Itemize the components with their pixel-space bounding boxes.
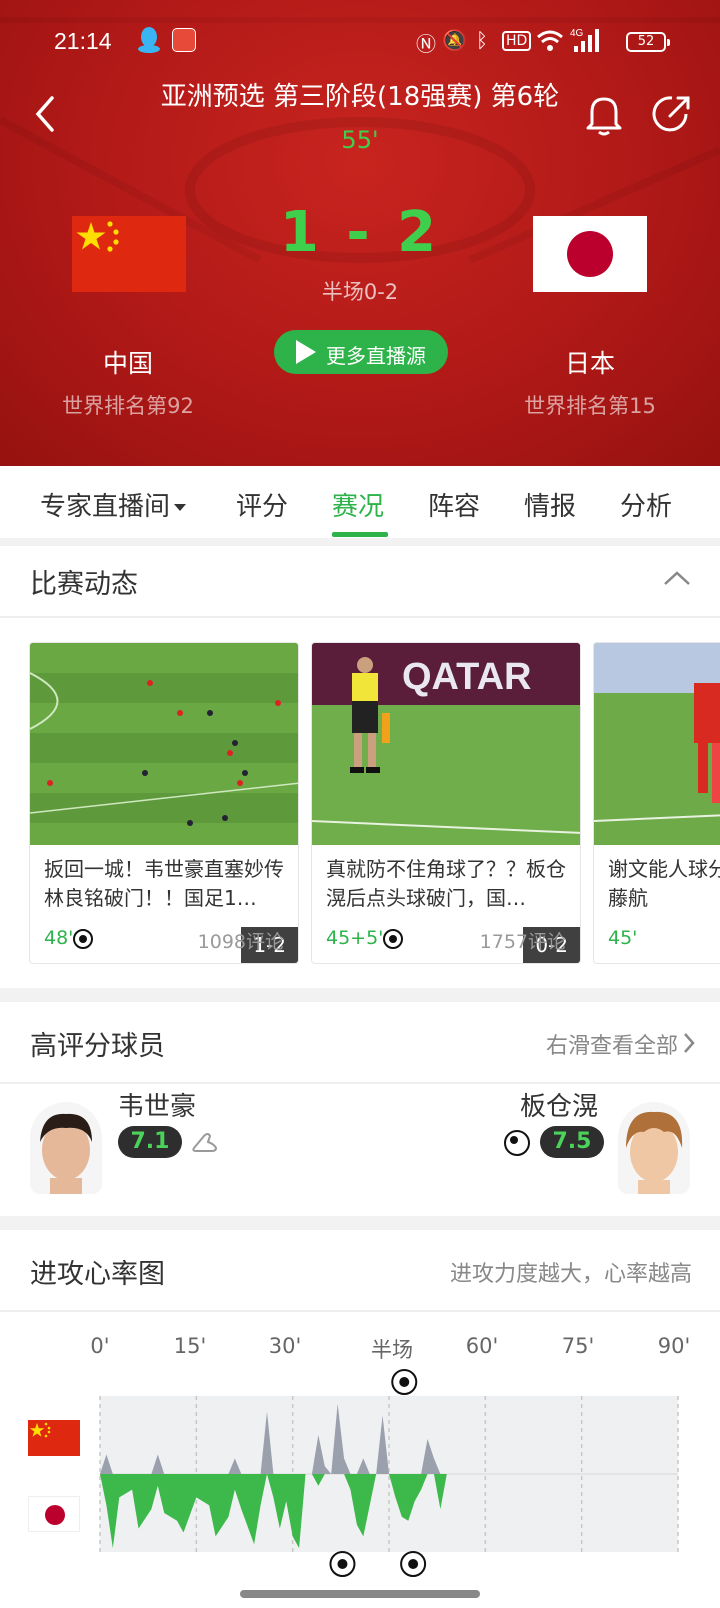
home-player-avatar[interactable] [30,1102,102,1194]
goal-football-icon [504,1130,530,1156]
attack-heart-subtitle: 进攻力度越大，心率越高 [449,1262,692,1287]
away-goal-marker-center [337,1559,348,1569]
event-text: 真就防不住角球了？？板仓滉后点头球破门，国… [326,857,566,910]
status-time: 21:14 [54,28,112,54]
video-thumbnail: QATAR [312,643,580,845]
qq-icon [138,27,160,53]
away-player-rating: 7.5 [540,1126,604,1158]
mute-icon: 🔕 [442,28,467,52]
away-player-name[interactable]: 板仓滉 [520,1086,598,1123]
tick-label: 90' [657,1334,691,1358]
event-text: 扳回一城！韦世豪直塞妙传林良铭破门！！国足1… [44,857,284,910]
tick-label: 0' [90,1334,110,1358]
event-comments: 1098评论 [197,931,284,953]
away-player-avatar[interactable] [618,1102,690,1194]
nfc-icon: Ⓝ [416,32,436,56]
play-icon [296,340,316,364]
tab-intel[interactable]: 情报 [524,486,576,523]
attack-heart-title: 进攻心率图 [30,1259,165,1290]
home-player-rating: 7.1 [118,1126,182,1158]
svg-text:4G: 4G [570,28,584,39]
home-player-name[interactable]: 韦世豪 [118,1086,196,1123]
home-goal-marker-center [399,1377,410,1387]
battery-indicator: 52 [626,32,670,52]
status-bar: 21:14 Ⓝ 🔕 ᛒ HD 4G 52 [0,22,720,62]
collapse-chevron-icon[interactable] [662,568,692,588]
event-minute: 45+5' [326,927,404,949]
video-thumbnail [594,643,720,845]
football-icon [73,928,94,949]
event-comments: 1757评论 [479,931,566,953]
event-card-1[interactable]: 1-2 扳回一城！韦世豪直塞妙传林良铭破门！！国足1… 48' 1098评论 [29,642,299,964]
tick-label: 15' [173,1334,207,1358]
see-all-link[interactable]: 右滑查看全部 [546,1028,678,1060]
video-thumbnail [30,643,298,845]
away-team-rank: 世界排名第15 [524,394,656,418]
halftime-score: 半场0-2 [321,280,399,304]
tab-bar: 专家直播间 评分 赛况 阵容 情报 分析 [0,466,720,538]
match-page: 21:14 Ⓝ 🔕 ᛒ HD 4G 52 亚洲预选 第三阶段(18强赛) 第6轮… [0,0,720,1608]
more-sources-button[interactable]: 更多直播源 [274,330,448,374]
event-minute: 48' [44,927,94,949]
home-team-name: 中国 [102,349,153,378]
bluetooth-icon: ᛒ [476,28,488,52]
tick-label: 75' [561,1334,595,1358]
event-minute: 45' [608,927,638,949]
event-card-3[interactable]: 谢文能人球分藤航 45' [593,642,720,964]
caret-down-icon [174,504,187,511]
assist-boot-icon [192,1133,218,1152]
hd-icon: HD [502,31,532,51]
tab-match-status[interactable]: 赛况 [332,486,384,523]
event-card-2[interactable]: QATAR 0-2 真就防不住角球了？？板仓滉后点头球破门，国… 45+5' 1… [311,642,581,964]
match-title: 亚洲预选 第三阶段(18强赛) 第6轮 [160,82,560,112]
away-goal-marker-center [408,1559,419,1569]
event-text: 谢文能人球分藤航 [608,857,720,910]
match-minute: 55' [341,126,379,154]
top-players-title: 高评分球员 [30,1031,165,1062]
svg-text:QATAR: QATAR [402,656,531,698]
tick-label: 30' [268,1334,302,1358]
match-header: 21:14 Ⓝ 🔕 ᛒ HD 4G 52 亚洲预选 第三阶段(18强赛) 第6轮… [0,0,720,466]
tab-analysis[interactable]: 分析 [620,486,672,523]
attack-heart-chart [99,1369,679,1577]
tab-rating[interactable]: 评分 [236,486,288,523]
home-team-rank: 世界排名第92 [62,394,194,418]
chevron-right-icon[interactable] [682,1032,696,1054]
tick-label: 60' [465,1334,499,1358]
football-icon [383,928,404,949]
signal-icon: 4G [570,28,599,52]
home-indicator [240,1590,480,1598]
tab-lineup[interactable]: 阵容 [428,486,480,523]
events-title: 比赛动态 [30,569,138,600]
wifi-icon [537,30,563,51]
score: 1 - 2 [279,200,441,265]
tab-expert-live[interactable]: 专家直播间 [40,486,187,523]
top-players-section: 高评分球员 右滑查看全部 韦世豪 7.1 板仓滉 7.5 [0,1002,720,1216]
active-tab-indicator [332,532,388,537]
app-notification-icon [172,28,196,52]
away-team-name: 日本 [564,349,615,378]
